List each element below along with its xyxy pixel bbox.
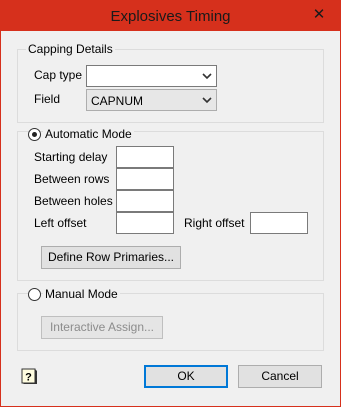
close-icon[interactable]: ✕ [304,5,334,25]
title-bar: Explosives Timing ✕ [1,1,340,31]
manual-mode-label[interactable]: Manual Mode [43,287,120,301]
capping-details-title: Capping Details [26,42,115,56]
between-rows-label: Between rows [34,172,110,186]
chevron-down-icon [202,97,212,104]
left-offset-label: Left offset [34,216,87,230]
svg-text:?: ? [25,372,32,384]
field-label: Field [34,92,61,106]
left-offset-input[interactable] [116,212,174,234]
field-value: CAPNUM [91,94,144,108]
automatic-mode-radio[interactable] [28,128,41,141]
explosives-timing-dialog: Explosives Timing ✕ Capping Details Cap … [0,0,341,407]
radio-selected-dot [32,132,37,137]
help-icon[interactable]: ? [21,368,38,385]
window-title: Explosives Timing [110,8,231,25]
starting-delay-label: Starting delay [34,150,108,164]
cap-type-select[interactable] [86,65,217,87]
ok-button[interactable]: OK [144,365,228,388]
right-offset-input[interactable] [250,212,308,234]
cap-type-label: Cap type [34,68,83,82]
field-select[interactable]: CAPNUM [86,89,217,111]
between-holes-label: Between holes [34,194,113,208]
between-rows-input[interactable] [116,168,174,190]
interactive-assign-button[interactable]: Interactive Assign... [41,316,163,339]
manual-mode-radio[interactable] [28,288,41,301]
automatic-mode-label[interactable]: Automatic Mode [43,127,134,141]
cancel-button[interactable]: Cancel [238,365,322,388]
right-offset-label: Right offset [184,216,245,230]
chevron-down-icon [202,73,212,80]
starting-delay-input[interactable] [116,146,174,168]
define-row-primaries-button[interactable]: Define Row Primaries... [41,246,181,269]
between-holes-input[interactable] [116,190,174,212]
